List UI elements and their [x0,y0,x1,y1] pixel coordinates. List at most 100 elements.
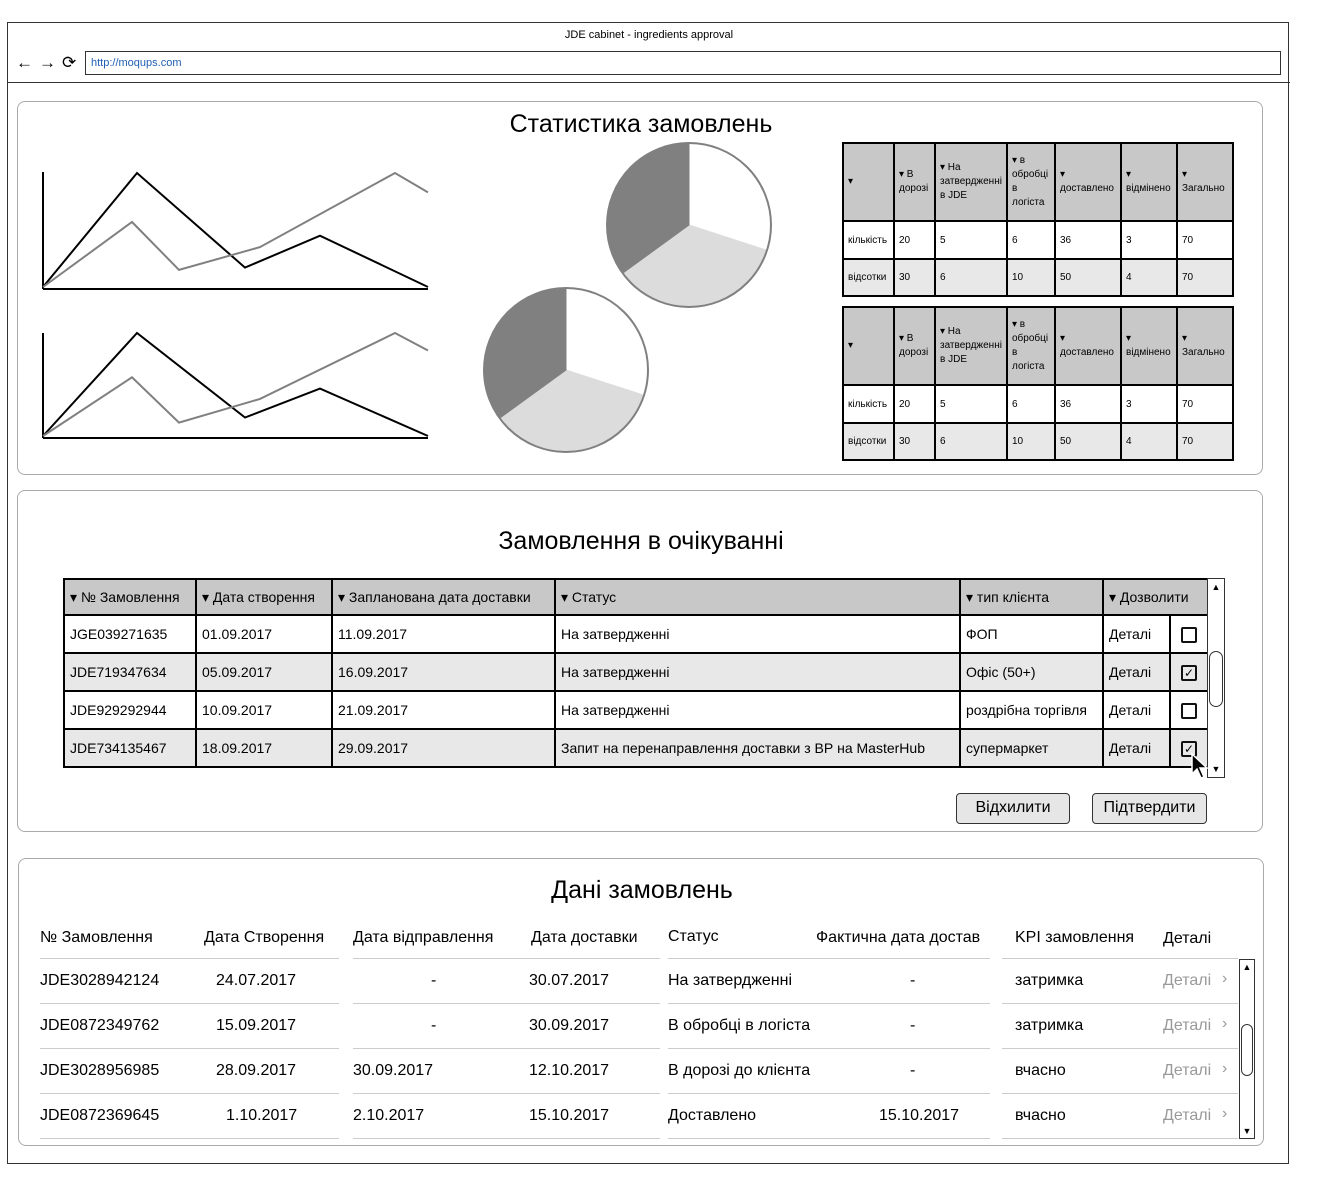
planned-date: 29.09.2017 [331,728,556,768]
delivery-date: 12.10.2017 [529,1062,610,1079]
created-date: 28.09.2017 [216,1062,297,1079]
chevron-right-icon[interactable]: › [1222,970,1227,988]
header-cell[interactable]: ▾ в обробці в логіста [1006,306,1056,386]
order-id: JDE719347634 [63,652,197,692]
col-header-id[interactable]: № Замовлення [40,929,153,947]
pie-chart-1 [606,142,772,308]
order-id: JDE3028942124 [40,972,160,989]
header-cell[interactable]: ▾ На затвердженні в JDE [934,306,1008,386]
delivery-date: 15.10.2017 [529,1107,610,1124]
list-item[interactable]: JDE0872349762 15.09.2017 - 30.09.2017 В … [0,1015,1318,1039]
col-header-details[interactable]: Деталі [1163,930,1211,948]
table-cell: 36 [1054,220,1122,260]
details-link[interactable]: Деталі [1102,690,1171,730]
table-cell: 50 [1054,258,1122,297]
header-cell[interactable]: ▾ доставлено [1054,142,1122,222]
orders-panel: Дані замовлень [18,858,1264,1146]
created-date: 18.09.2017 [195,728,333,768]
scroll-thumb[interactable] [1241,1024,1253,1076]
col-header-status[interactable]: Статус [668,928,719,946]
orders-scrollbar[interactable]: ▲ ▼ [1239,959,1255,1139]
col-header-created[interactable]: Дата Створення [204,929,324,947]
header-cell[interactable]: ▾ в обробці в логіста [1006,142,1056,222]
details-link[interactable]: Деталі [1102,614,1171,654]
client-type: ФОП [959,614,1104,654]
chevron-right-icon[interactable]: › [1222,1060,1227,1078]
header-cell[interactable]: ▾ Загально [1176,306,1234,386]
column-header[interactable]: ▾ Запланована дата доставки [331,578,556,616]
scroll-up-arrow-icon[interactable]: ▲ [1240,960,1254,974]
table-cell: 10 [1006,258,1056,297]
chevron-right-icon[interactable]: › [1222,1105,1227,1123]
header-cell[interactable]: ▾ [842,306,895,386]
status: Доставлено [668,1107,757,1124]
details-link[interactable]: Деталі [1163,1062,1211,1080]
client-type: роздрібна торгівля [959,690,1104,730]
header-cell[interactable]: ▾ На затвердженні в JDE [934,142,1008,222]
list-item[interactable]: JDE3028942124 24.07.2017 - 30.07.2017 На… [0,970,1318,994]
table-cell: 6 [934,258,1008,297]
scroll-thumb[interactable] [1209,651,1223,707]
approve-checkbox[interactable] [1181,626,1197,643]
approve-checkbox[interactable] [1181,702,1197,719]
order-id: JDE929292944 [63,690,197,730]
col-header-shipped[interactable]: Дата відправлення [353,929,493,947]
header-cell[interactable]: ▾ В дорозі [893,306,936,386]
created-date: 15.09.2017 [216,1017,297,1034]
header-cell[interactable]: ▾ [842,142,895,222]
header-cell[interactable]: ▾ відмінено [1120,142,1178,222]
table-cell: 5 [934,384,1008,424]
pie-chart-2 [483,287,649,453]
table-cell: кількість [842,384,895,424]
col-header-delivery[interactable]: Дата доставки [531,929,638,947]
table-cell: 3 [1120,220,1178,260]
shipped-date: 2.10.2017 [353,1107,425,1124]
details-link[interactable]: Деталі [1102,652,1171,692]
scroll-down-arrow-icon[interactable]: ▼ [1240,1124,1254,1138]
scroll-up-arrow-icon[interactable]: ▲ [1208,580,1224,594]
table-row[interactable]: JDE734135467 18.09.2017 29.09.2017 Запит… [63,728,1209,768]
table-row[interactable]: JDE719347634 05.09.2017 16.09.2017 На за… [63,652,1209,692]
table-row[interactable]: JGE039271635 01.09.2017 11.09.2017 На за… [63,614,1209,654]
table-cell: 4 [1120,258,1178,297]
table-cell: 70 [1176,258,1234,297]
client-type: супермаркет [959,728,1104,768]
confirm-button[interactable]: Підтвердити [1092,793,1207,824]
order-id: JGE039271635 [63,614,197,654]
table-cell: 70 [1176,220,1234,260]
table-row[interactable]: JDE929292944 10.09.2017 21.09.2017 На за… [63,690,1209,730]
header-cell[interactable]: ▾ відмінено [1120,306,1178,386]
list-item[interactable]: JDE3028956985 28.09.2017 30.09.2017 12.1… [0,1060,1318,1084]
column-header[interactable]: ▾ Статус [554,578,961,616]
status: В обробці в логіста [668,1017,811,1034]
chevron-right-icon[interactable]: › [1222,1015,1227,1033]
stats-table-1: ▾ ▾ В дорозі ▾ На затвердженні в JDE ▾ в… [842,142,1234,297]
column-header[interactable]: ▾ Дозволити [1102,578,1209,616]
details-link[interactable]: Деталі [1163,972,1211,990]
kpi: затримка [1015,972,1084,989]
created-date: 24.07.2017 [216,972,297,989]
details-link[interactable]: Деталі [1163,1017,1211,1035]
table-cell: 50 [1054,422,1122,461]
delivery-date: 30.07.2017 [529,972,610,989]
column-header[interactable]: ▾ Дата створення [195,578,333,616]
header-cell[interactable]: ▾ В дорозі [893,142,936,222]
header-cell[interactable]: ▾ доставлено [1054,306,1122,386]
details-link[interactable]: Деталі [1102,728,1171,768]
list-item[interactable]: JDE0872369645 1.10.2017 2.10.2017 15.10.… [0,1105,1318,1129]
details-link[interactable]: Деталі [1163,1107,1211,1125]
approve-checkbox[interactable]: ✓ [1181,664,1197,681]
col-header-actual[interactable]: Фактична дата достав [816,929,980,947]
actual-date: - [910,972,916,989]
order-id: JDE3028956985 [40,1062,160,1079]
approve-checkbox-cell [1169,614,1209,654]
pending-scrollbar[interactable]: ▲ ▼ [1207,578,1225,778]
line-series-1 [42,331,429,437]
col-header-kpi[interactable]: KPI замовлення [1015,929,1134,947]
header-cell[interactable]: ▾ Загально [1176,142,1234,222]
column-header[interactable]: ▾ тип клієнта [959,578,1104,616]
reject-button[interactable]: Відхилити [956,793,1070,824]
order-id: JDE734135467 [63,728,197,768]
column-header[interactable]: ▾ № Замовлення [63,578,197,616]
planned-date: 16.09.2017 [331,652,556,692]
